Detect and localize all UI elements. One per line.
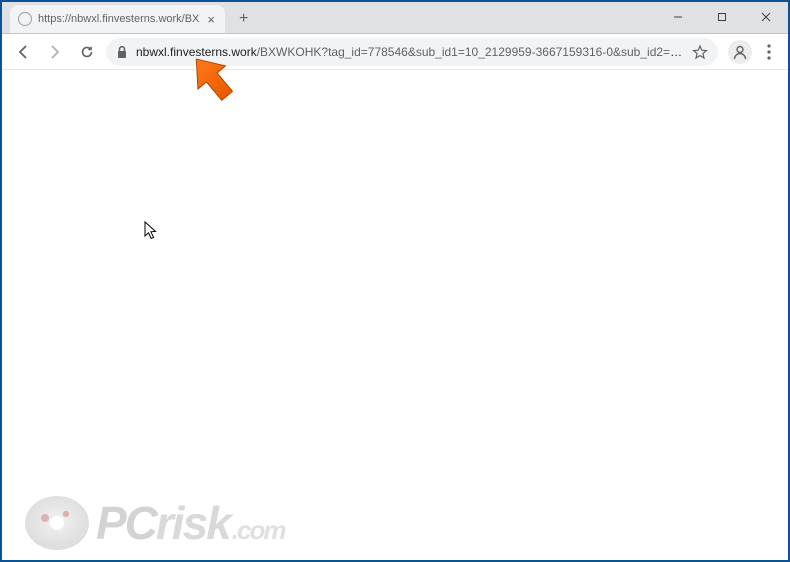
tab-title: https://nbwxl.finvesterns.work/BX: [38, 13, 199, 25]
new-tab-button[interactable]: +: [233, 5, 254, 33]
page-content: [2, 72, 788, 560]
close-window-button[interactable]: [744, 1, 788, 33]
titlebar: https://nbwxl.finvesterns.work/BX × +: [2, 2, 788, 34]
reload-icon: [79, 44, 95, 60]
maximize-button[interactable]: [700, 1, 744, 33]
forward-button[interactable]: [42, 39, 68, 65]
back-button[interactable]: [10, 39, 36, 65]
forward-arrow-icon: [47, 44, 63, 60]
minimize-button[interactable]: [656, 1, 700, 33]
minimize-icon: [673, 12, 683, 22]
address-bar[interactable]: nbwxl.finvesterns.work/BXWKOHK?tag_id=77…: [106, 38, 718, 66]
kebab-icon: [767, 44, 771, 60]
profile-avatar-button[interactable]: [728, 40, 752, 64]
maximize-icon: [717, 12, 727, 22]
person-icon: [732, 44, 748, 60]
url-path: /BXWKOHK?tag_id=778546&sub_id1=10_212995…: [257, 45, 684, 59]
url-domain: nbwxl.finvesterns.work: [136, 45, 257, 59]
close-icon: [761, 12, 771, 22]
browser-tab[interactable]: https://nbwxl.finvesterns.work/BX ×: [10, 5, 225, 33]
back-arrow-icon: [15, 44, 31, 60]
close-tab-icon[interactable]: ×: [205, 12, 217, 27]
menu-button[interactable]: [758, 44, 780, 60]
bookmark-star-icon[interactable]: [692, 44, 708, 60]
globe-icon: [18, 12, 32, 26]
toolbar: nbwxl.finvesterns.work/BXWKOHK?tag_id=77…: [2, 34, 788, 70]
url-text: nbwxl.finvesterns.work/BXWKOHK?tag_id=77…: [136, 45, 684, 59]
reload-button[interactable]: [74, 39, 100, 65]
lock-icon: [116, 45, 128, 59]
window-controls: [656, 1, 788, 33]
